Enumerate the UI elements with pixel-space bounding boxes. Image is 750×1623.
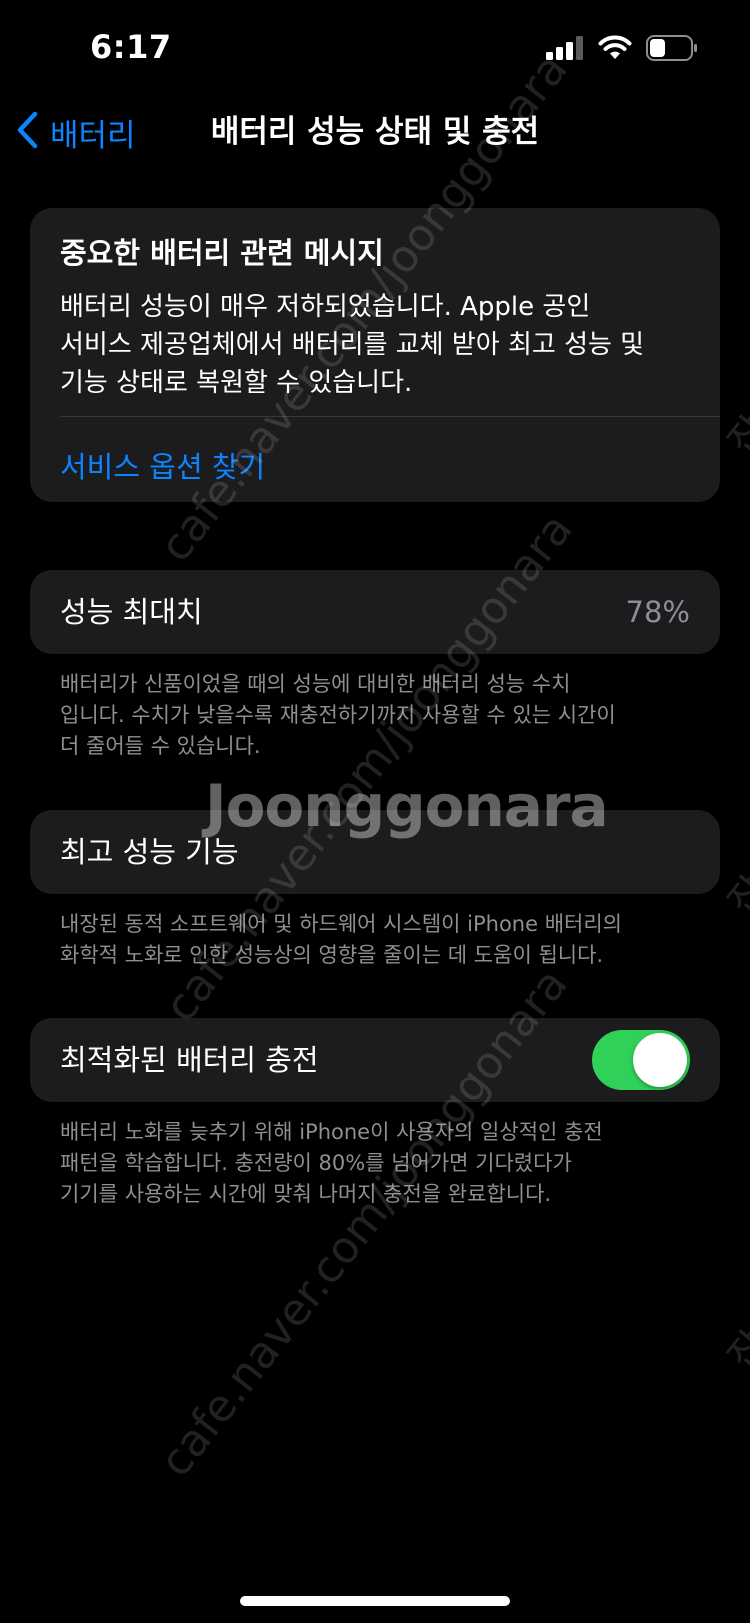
peak-performance-footnote: 내장된 동적 소프트웨어 및 하드웨어 시스템이 iPhone 배터리의 화학적… [60,912,622,967]
max-capacity-row: 성능 최대치 78% [30,570,720,654]
home-indicator [240,1596,510,1606]
optimized-charging-row: 최적화된 배터리 충전 [30,1018,720,1102]
back-button[interactable]: 배터리 [16,108,136,156]
navigation-bar: 배터리 배터리 성능 상태 및 충전 [0,100,750,164]
max-capacity-label: 성능 최대치 [60,595,203,629]
max-capacity-value: 78% [625,595,690,629]
chevron-left-icon [16,111,38,153]
toggle-knob [633,1033,687,1087]
battery-icon [646,35,698,65]
wifi-icon [598,35,632,65]
status-icons [546,35,698,65]
watermark-side-text: 잡써 [719,1293,750,1380]
divider [60,416,720,417]
optimized-charging-label: 최적화된 배터리 충전 [60,1043,319,1077]
status-time: 6:17 [90,28,172,66]
back-label: 배터리 [50,117,136,154]
status-bar: 6:17 [0,0,750,100]
watermark-brand: Joonggonara [205,772,609,840]
optimized-charging-toggle[interactable] [592,1030,690,1090]
message-title: 중요한 배터리 관련 메시지 [60,236,384,270]
